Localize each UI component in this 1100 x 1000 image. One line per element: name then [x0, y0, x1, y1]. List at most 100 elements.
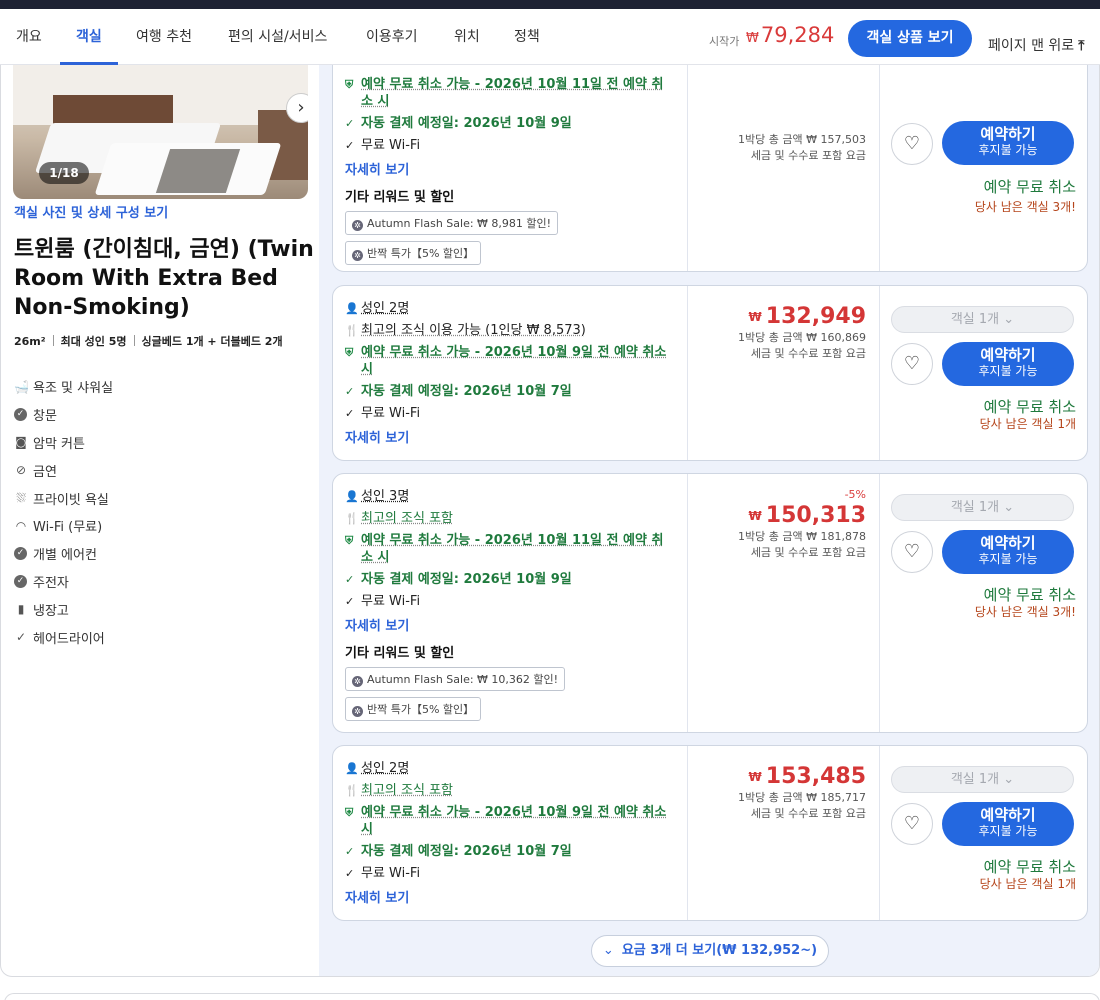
gear-icon: ✲ — [352, 676, 363, 687]
amenity-item: 🛁 욕조 및 샤워실 — [14, 379, 114, 397]
next-room-section — [4, 993, 1100, 1000]
start-price: ₩79,284 — [746, 23, 835, 47]
heart-icon[interactable]: ♡ — [891, 531, 933, 573]
back-to-top-link[interactable]: 페이지 맨 위로 ⤒ — [988, 35, 1084, 55]
details-link[interactable]: 자세히 보기 — [345, 427, 675, 446]
view-rooms-button[interactable]: 객실 상품 보기 — [848, 20, 972, 57]
rewards-title: 기타 리워드 및 할인 — [345, 646, 455, 661]
heart-icon[interactable]: ♡ — [891, 123, 933, 165]
max-guests: 최대 성인 5명 — [60, 335, 127, 348]
tab-amenities[interactable]: 편의 시설/서비스 — [228, 9, 327, 65]
room-count-select[interactable]: 객실 1개 ⌄ — [891, 766, 1074, 793]
shield-icon: ⛨ — [345, 534, 354, 547]
amenity-item: ⊘ 금연 — [15, 463, 57, 480]
breakfast-info: 🍴 최고의 조식 이용 가능 (1인당 ₩ 8,573) — [345, 323, 586, 338]
free-cancel-label: 예약 무료 취소 — [983, 858, 1076, 876]
details-link[interactable]: 자세히 보기 — [345, 615, 675, 634]
start-price-label: 시작가 — [709, 35, 740, 48]
room-title: 트윈룸 (간이침대, 금연) (Twin Room With Extra Bed… — [14, 237, 314, 320]
free-wifi: ✓ 무료 Wi-Fi — [345, 866, 421, 881]
booking-actions: ♡ 예약하기 후지불 가능 예약 무료 취소 당사 남은 객실 3개! — [880, 65, 1087, 271]
curtain-icon: ◙ — [15, 435, 27, 450]
details-link[interactable]: 자세히 보기 — [345, 159, 675, 178]
check-icon: ✓ — [345, 595, 355, 608]
check-icon: ✓ — [345, 573, 355, 586]
rooms-left: 당사 남은 객실 1개 — [979, 417, 1076, 431]
chevron-down-icon: ⌄ — [1003, 500, 1015, 515]
chevron-down-icon: ⌄ — [1003, 312, 1015, 327]
room-photo[interactable]: 1/18 › — [13, 65, 308, 199]
show-more-rates-button[interactable]: ⌄ 요금 3개 더 보기(₩ 132,952~) — [591, 935, 829, 967]
cutlery-icon: 🍴 — [345, 324, 359, 337]
ac-icon: ✓ — [14, 547, 27, 561]
check-icon: ✓ — [345, 407, 355, 420]
adult-count: 👤 성인 2명 — [345, 301, 410, 316]
price-total: 1박당 총 금액 ₩ 157,503 — [738, 133, 866, 146]
room-count-select[interactable]: 객실 1개 ⌄ — [891, 306, 1074, 333]
auto-payment-date: ✓ 자동 결제 예정일: 2026년 10월 9일 — [345, 116, 572, 131]
person-icon: 👤 — [345, 762, 359, 775]
amenity-item: ✓ 창문 — [14, 401, 304, 429]
arrow-up-icon: ⤒ — [1078, 38, 1085, 54]
price-block: ₩153,485 1박당 총 금액 ₩ 185,717 세금 및 수수료 포함 … — [688, 764, 866, 822]
no-smoking-icon: ⊘ — [15, 463, 27, 478]
promo-chip: ✲ Autumn Flash Sale: ₩ 8,981 할인! — [345, 211, 559, 235]
chevron-right-icon[interactable]: › — [286, 93, 308, 123]
room-size: 26m² — [14, 335, 46, 348]
price-block: -5% ₩150,313 1박당 총 금액 ₩ 181,878 세금 및 수수료… — [688, 488, 866, 561]
book-button[interactable]: 예약하기 후지불 가능 — [942, 342, 1074, 386]
cutlery-icon: 🍴 — [345, 784, 359, 797]
rate-details: 👤 성인 2명 🍴 최고의 조식 포함 ⛨ 예약 무료 취소 가능 - 2026년 1… — [345, 760, 675, 906]
book-button[interactable]: 예약하기 후지불 가능 — [942, 802, 1074, 846]
shower-icon: ⛆ — [16, 490, 26, 505]
shield-icon: ⛨ — [345, 346, 354, 359]
rate-card: 👤 성인 2명 🍴 최고의 조식 포함 ⛨ 예약 무료 취소 가능 - 2026년 1… — [332, 745, 1088, 921]
free-wifi: ✓ 무료 Wi-Fi — [345, 138, 421, 153]
rooms-left: 당사 남은 객실 1개 — [979, 877, 1076, 891]
amenity-item: ▮ 냉장고 — [14, 595, 304, 623]
book-button[interactable]: 예약하기 후지불 가능 — [942, 530, 1074, 574]
adult-count: 👤 성인 2명 — [345, 761, 410, 776]
price-note: 세금 및 수수료 포함 요금 — [750, 807, 866, 820]
details-link[interactable]: 자세히 보기 — [345, 887, 675, 906]
chevron-down-icon: ⌄ — [602, 943, 614, 958]
check-icon: ✓ — [345, 385, 355, 398]
cutlery-icon: 🍴 — [345, 512, 359, 525]
room-section: 1/18 › 객실 사진 및 상세 구성 보기 트윈룸 (간이침대, 금연) (… — [0, 65, 1100, 977]
free-cancellation: ⛨ 예약 무료 취소 가능 - 2026년 10월 9일 전 예약 취소 시 — [345, 345, 667, 377]
booking-actions: 객실 1개 ⌄ ♡ 예약하기 후지불 가능 예약 무료 취소 당사 남은 객실 3… — [880, 474, 1087, 732]
amenity-item: ◠ Wi-Fi (무료) — [15, 518, 103, 536]
photo-counter: 1/18 — [39, 162, 89, 184]
check-icon: ✓ — [345, 117, 355, 130]
room-count-select[interactable]: 객실 1개 ⌄ — [891, 494, 1074, 521]
rate-details: ⛨ 예약 무료 취소 가능 - 2026년 10월 11일 전 예약 취소 시 ✓… — [345, 76, 675, 271]
tab-reviews[interactable]: 이용후기 — [366, 9, 418, 65]
heart-icon[interactable]: ♡ — [891, 803, 933, 845]
price-total: 1박당 총 금액 ₩ 181,878 — [738, 530, 866, 543]
free-cancellation: ⛨ 예약 무료 취소 가능 - 2026년 10월 11일 전 예약 취소 시 — [345, 77, 664, 109]
price-block: ₩132,949 1박당 총 금액 ₩ 160,869 세금 및 수수료 포함 … — [688, 304, 866, 362]
tab-trip-recommendations[interactable]: 여행 추천 — [136, 9, 192, 65]
heart-icon[interactable]: ♡ — [891, 343, 933, 385]
tab-policies[interactable]: 정책 — [514, 9, 540, 65]
rate-price: ₩153,485 — [748, 764, 866, 789]
check-icon: ✓ — [15, 630, 27, 645]
tab-overview[interactable]: 개요 — [16, 9, 42, 65]
person-icon: 👤 — [345, 490, 359, 503]
amenity-item: ◙ 암막 커튼 — [15, 435, 85, 452]
room-photos-link[interactable]: 객실 사진 및 상세 구성 보기 — [14, 202, 168, 221]
amenity-list: 🛁 욕조 및 샤워실 ✓ 창문 ◙ 암막 커튼 ⊘ 금연 ⛆ 프라이빗 욕실 ◠ Wi-Fi… — [14, 373, 304, 651]
price-block: 1박당 총 금액 ₩ 157,503 세금 및 수수료 포함 요금 — [688, 132, 866, 164]
tab-rooms[interactable]: 객실 — [60, 9, 118, 65]
shield-icon: ⛨ — [345, 78, 354, 91]
gear-icon: ✲ — [352, 250, 363, 261]
amenity-item: ✓ 주전자 — [14, 568, 304, 596]
promo-chip: ✲ 반짝 특가【5% 할인】 — [345, 697, 482, 721]
rate-card: 👤 성인 2명 🍴 최고의 조식 이용 가능 (1인당 ₩ 8,573) ⛨ 예약 무… — [332, 285, 1088, 461]
tab-location[interactable]: 위치 — [454, 9, 480, 65]
book-button[interactable]: 예약하기 후지불 가능 — [942, 121, 1074, 165]
auto-payment-date: ✓ 자동 결제 예정일: 2026년 10월 9일 — [345, 572, 572, 587]
check-icon: ✓ — [345, 867, 355, 880]
shield-icon: ⛨ — [345, 806, 354, 819]
chevron-down-icon: ⌄ — [1003, 772, 1015, 787]
